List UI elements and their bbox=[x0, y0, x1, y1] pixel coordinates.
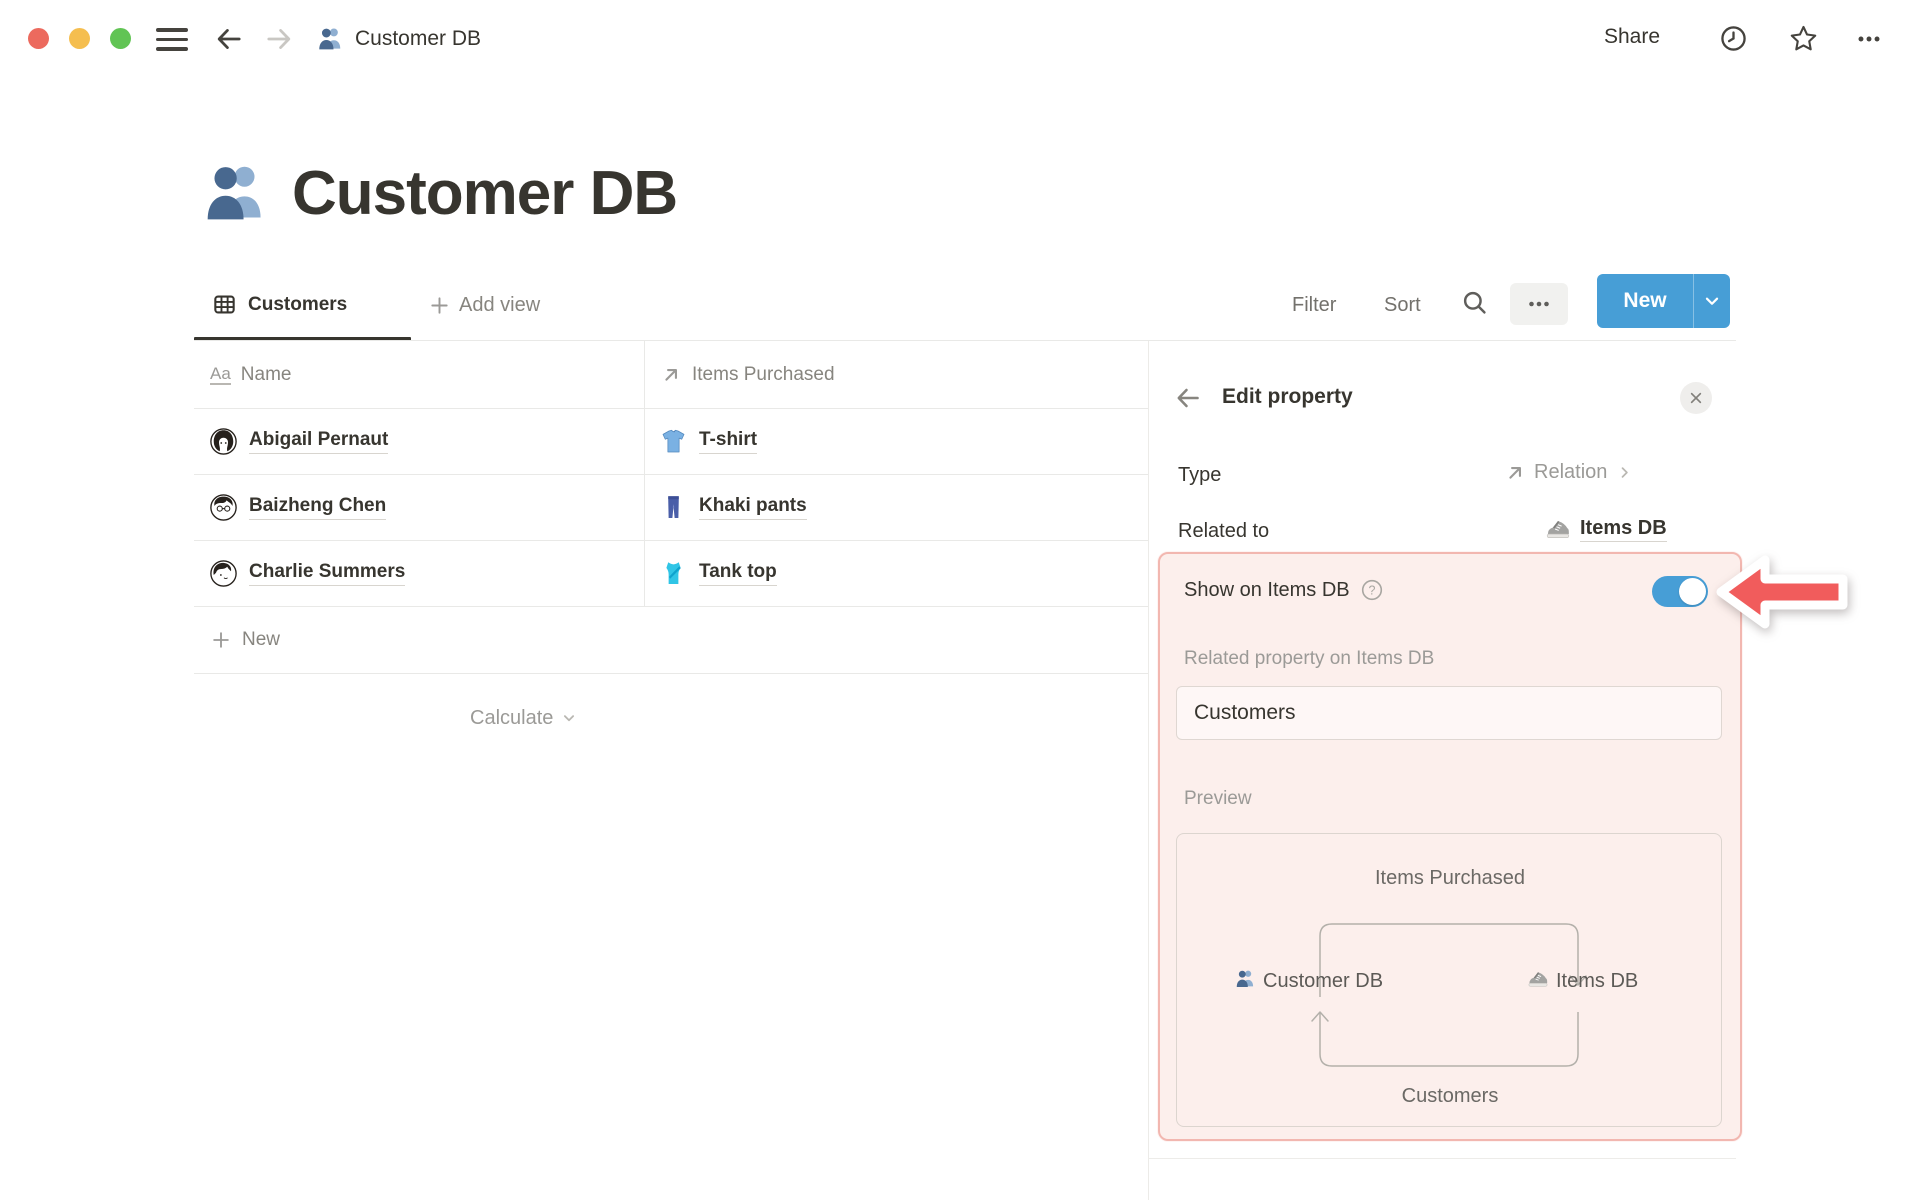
diagram-bottom-property: Customers bbox=[1402, 1085, 1499, 1107]
sort-button[interactable]: Sort bbox=[1384, 294, 1421, 317]
toolbar-divider bbox=[194, 340, 1736, 341]
table-row-name-cell[interactable]: Abigail Pernaut bbox=[210, 408, 389, 474]
more-menu-icon[interactable] bbox=[1854, 24, 1884, 54]
panel-title: Edit property bbox=[1222, 385, 1353, 408]
notion-window: Customer DB Share Customer DB Customers … bbox=[0, 0, 1920, 1200]
plus-icon bbox=[210, 629, 232, 651]
related-to-value-button[interactable]: Items DB bbox=[1545, 516, 1667, 542]
traffic-lights bbox=[28, 28, 131, 49]
new-row-button[interactable]: New bbox=[210, 606, 280, 673]
table-row-name-cell[interactable]: Baizheng Chen bbox=[210, 474, 387, 540]
show-on-label: Show on Items DB bbox=[1184, 578, 1350, 601]
column-divider bbox=[644, 341, 645, 606]
people-emoji bbox=[1236, 970, 1254, 987]
show-on-row: Show on Items DB bbox=[1184, 578, 1384, 602]
baizheng-avatar bbox=[210, 494, 237, 521]
tanktop-emoji bbox=[660, 560, 687, 587]
diagram-bottom-arrow bbox=[1319, 1012, 1579, 1067]
toggle-knob bbox=[1679, 578, 1706, 605]
type-value-button[interactable]: Relation bbox=[1504, 461, 1634, 484]
relation-diagram-svg: Items Purchased Customer DB Items DB Cus… bbox=[1236, 867, 1638, 1107]
zoom-window-button[interactable] bbox=[110, 28, 131, 49]
minimize-window-button[interactable] bbox=[69, 28, 90, 49]
column-header-name[interactable]: Aa Name bbox=[210, 341, 291, 408]
help-icon[interactable] bbox=[1360, 578, 1384, 602]
row-name-link[interactable]: Abigail Pernaut bbox=[249, 429, 389, 454]
breadcrumb-title: Customer DB bbox=[355, 26, 482, 50]
page-title[interactable]: Customer DB bbox=[292, 158, 678, 229]
forward-icon[interactable] bbox=[264, 24, 294, 54]
related-to-label: Related to bbox=[1178, 520, 1270, 542]
filter-button[interactable]: Filter bbox=[1292, 294, 1336, 317]
row-name-link[interactable]: Charlie Summers bbox=[249, 561, 406, 586]
tab-customers[interactable]: Customers bbox=[212, 292, 347, 317]
row-divider bbox=[194, 673, 1148, 674]
tab-customers-label: Customers bbox=[248, 293, 348, 315]
breadcrumb[interactable]: Customer DB bbox=[317, 25, 481, 52]
column-items-label: Items Purchased bbox=[692, 363, 835, 385]
new-row-label: New bbox=[242, 628, 281, 650]
row-item-link[interactable]: T-shirt bbox=[699, 429, 758, 454]
tshirt-emoji bbox=[660, 428, 687, 455]
red-annotation-arrow bbox=[1716, 555, 1848, 629]
diagram-left-db: Customer DB bbox=[1263, 970, 1383, 992]
chevron-down-icon bbox=[560, 709, 578, 727]
row-item-link[interactable]: Khaki pants bbox=[699, 495, 807, 520]
close-window-button[interactable] bbox=[28, 28, 49, 49]
column-header-items-purchased[interactable]: Items Purchased bbox=[660, 341, 835, 408]
ellipsis-icon bbox=[1525, 290, 1553, 318]
plus-icon bbox=[428, 294, 451, 317]
show-on-toggle[interactable] bbox=[1652, 576, 1708, 607]
relation-arrow-icon bbox=[1504, 462, 1526, 484]
panel-bottom-divider bbox=[1148, 1158, 1736, 1159]
share-button[interactable]: Share bbox=[1604, 25, 1660, 49]
row-item-link[interactable]: Tank top bbox=[699, 561, 777, 586]
new-button[interactable]: New bbox=[1597, 274, 1693, 328]
new-button-group: New bbox=[1597, 274, 1730, 328]
jeans-emoji bbox=[660, 494, 687, 521]
calculate-button[interactable]: Calculate bbox=[470, 690, 578, 746]
row-divider bbox=[194, 606, 1148, 607]
table-row-item-cell[interactable]: Tank top bbox=[660, 540, 777, 606]
type-value-label: Relation bbox=[1534, 461, 1608, 483]
related-property-label: Related property on Items DB bbox=[1184, 648, 1435, 669]
table-row-name-cell[interactable]: Charlie Summers bbox=[210, 540, 406, 606]
page-icon-people-emoji[interactable] bbox=[202, 158, 270, 226]
related-property-input[interactable] bbox=[1176, 686, 1722, 740]
sneaker-emoji bbox=[1545, 516, 1571, 542]
new-dropdown-button[interactable] bbox=[1693, 274, 1730, 328]
search-icon[interactable] bbox=[1460, 288, 1490, 318]
related-to-value-label: Items DB bbox=[1580, 517, 1667, 542]
panel-divider bbox=[1148, 341, 1149, 1200]
diagram-top-property: Items Purchased bbox=[1375, 867, 1525, 889]
relation-preview-diagram: Items Purchased Customer DB Items DB Cus… bbox=[1176, 833, 1722, 1127]
diagram-right-db: Items DB bbox=[1556, 970, 1638, 992]
table-view-icon bbox=[212, 292, 237, 317]
charlie-avatar bbox=[210, 560, 237, 587]
panel-close-button[interactable] bbox=[1680, 382, 1712, 414]
calculate-label: Calculate bbox=[470, 706, 554, 729]
relation-arrow-icon bbox=[660, 364, 682, 386]
updates-clock-icon[interactable] bbox=[1718, 23, 1749, 54]
close-icon bbox=[1685, 387, 1707, 409]
text-property-icon: Aa bbox=[210, 364, 231, 385]
sneaker-emoji bbox=[1528, 971, 1548, 987]
table-row-item-cell[interactable]: Khaki pants bbox=[660, 474, 807, 540]
chevron-down-icon bbox=[1701, 290, 1723, 312]
chevron-right-icon bbox=[1615, 463, 1634, 482]
abigail-avatar bbox=[210, 428, 237, 455]
panel-back-icon[interactable] bbox=[1174, 384, 1202, 412]
add-view-label: Add view bbox=[459, 294, 541, 316]
view-options-button[interactable] bbox=[1510, 283, 1568, 325]
favorite-star-icon[interactable] bbox=[1788, 23, 1819, 54]
type-label: Type bbox=[1178, 464, 1222, 486]
back-icon[interactable] bbox=[214, 24, 244, 54]
people-emoji bbox=[317, 25, 344, 52]
table-row-item-cell[interactable]: T-shirt bbox=[660, 408, 758, 474]
sidebar-toggle-icon[interactable] bbox=[156, 28, 188, 51]
preview-label: Preview bbox=[1184, 788, 1252, 809]
row-name-link[interactable]: Baizheng Chen bbox=[249, 495, 387, 520]
add-view-button[interactable]: Add view bbox=[428, 294, 540, 317]
column-name-label: Name bbox=[240, 363, 292, 385]
